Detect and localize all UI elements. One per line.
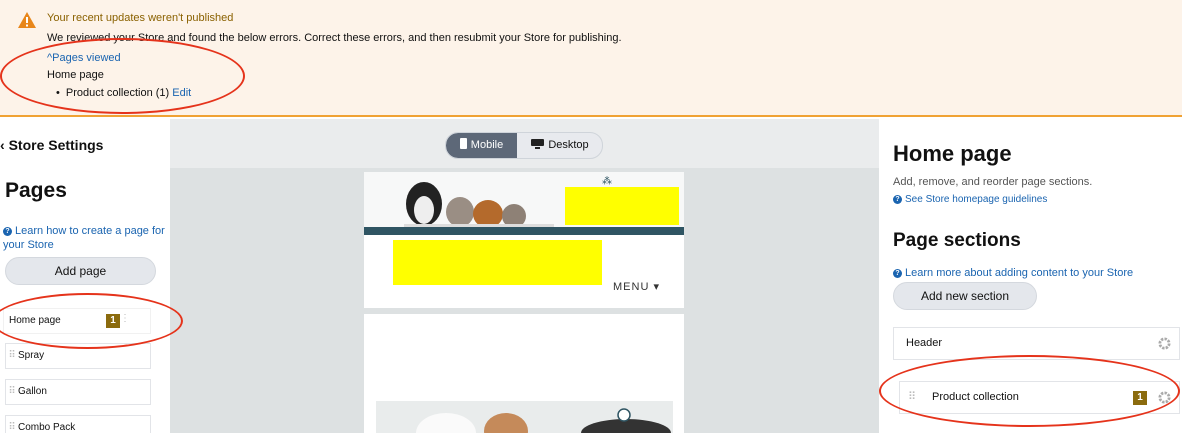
gear-icon[interactable] (1158, 337, 1171, 350)
puppy-photo (416, 408, 671, 433)
back-label: Store Settings (8, 137, 104, 153)
sidebar-page-combo-pack[interactable]: ⠿ Combo Pack (5, 415, 151, 433)
gear-icon[interactable] (1158, 391, 1171, 404)
page-settings-panel: Home page Add, remove, and reorder page … (879, 119, 1182, 433)
error-banner: Your recent updates weren't published We… (0, 0, 1182, 117)
page-label: Gallon (18, 386, 47, 397)
help-icon: ? (3, 227, 12, 236)
banner-description: We reviewed your Store and found the bel… (47, 32, 622, 44)
page-label: Home page (9, 315, 61, 326)
page-label: Combo Pack (18, 422, 76, 433)
redaction-box (393, 240, 602, 285)
learn-content-link[interactable]: ? Learn more about adding content to your… (893, 267, 1133, 279)
pages-viewed-toggle[interactable]: ^Pages viewed (47, 52, 121, 64)
preview-toolbar: Mobile Desktop (170, 119, 879, 168)
mobile-label: Mobile (470, 139, 504, 151)
desktop-view-button[interactable]: Desktop (517, 133, 602, 158)
mobile-view-button[interactable]: Mobile (446, 133, 517, 158)
chevron-left-icon: ‹ (0, 137, 9, 153)
warning-icon (18, 12, 36, 28)
learn-create-page-link[interactable]: ? Learn how to create a page for your Sto… (3, 224, 165, 252)
desktop-label: Desktop (548, 139, 589, 151)
error-count-badge: 1 (106, 314, 120, 328)
paw-icon: ⁂ (602, 176, 612, 187)
panel-title: Home page (893, 141, 1012, 166)
preview-canvas: Mobile Desktop ⁂ MENU ▾ (170, 119, 879, 433)
mobile-store-preview[interactable]: ⁂ MENU ▾ (364, 172, 684, 433)
section-row-header[interactable]: Header (893, 327, 1180, 360)
help-icon: ? (893, 269, 902, 278)
panel-description: Add, remove, and reorder page sections. (893, 176, 1093, 188)
desktop-icon (531, 139, 545, 149)
product-collection-photo (376, 401, 673, 433)
edit-link[interactable]: Edit (172, 87, 191, 99)
banner-title: Your recent updates weren't published (47, 12, 234, 24)
section-label: Product collection (932, 391, 1019, 403)
drag-handle-icon[interactable]: ⠿ (908, 382, 916, 413)
mobile-icon (459, 138, 467, 149)
add-page-button[interactable]: Add page (5, 257, 156, 285)
help-icon: ? (893, 195, 902, 204)
sidebar-page-gallon[interactable]: ⠿ Gallon (5, 379, 151, 405)
banner-page-name: Home page (47, 69, 104, 81)
drag-handle-icon[interactable]: ⠿ (6, 380, 18, 404)
drag-handle-icon[interactable]: ⋮ (120, 313, 130, 324)
redaction-box (565, 187, 679, 225)
section-row-product-collection[interactable]: ⠿ Product collection 1 (899, 381, 1180, 414)
drag-handle-icon[interactable]: ⠿ (6, 344, 18, 368)
section-label: Header (906, 337, 943, 349)
device-toggle: Mobile Desktop (445, 132, 603, 159)
error-count-badge: 1 (1133, 391, 1147, 405)
page-sections-title: Page sections (893, 230, 1021, 251)
pages-title: Pages (5, 179, 67, 202)
back-to-store-settings[interactable]: ‹ Store Settings (0, 137, 103, 153)
learn-create-page-label: Learn how to create a page for your Stor… (3, 225, 165, 251)
preview-divider (364, 308, 684, 314)
guidelines-label: See Store homepage guidelines (905, 194, 1048, 205)
pages-sidebar: ‹ Store Settings Pages ? Learn how to cre… (0, 119, 170, 433)
bullet-icon: • (56, 87, 60, 99)
page-label: Spray (18, 350, 45, 361)
drag-handle-icon[interactable]: ⠿ (6, 416, 18, 433)
banner-error-item: • Product collection (1) Edit (56, 87, 191, 99)
learn-content-label: Learn more about adding content to your … (905, 267, 1134, 279)
sidebar-page-spray[interactable]: ⠿ Spray (5, 343, 151, 369)
pets-illustration (404, 182, 554, 228)
add-section-button[interactable]: Add new section (893, 282, 1037, 310)
store-menu[interactable]: MENU ▾ (613, 280, 660, 293)
banner-item-label: Product collection (1) (65, 87, 170, 99)
header-band (364, 227, 684, 235)
guidelines-link[interactable]: ? See Store homepage guidelines (893, 194, 1047, 205)
